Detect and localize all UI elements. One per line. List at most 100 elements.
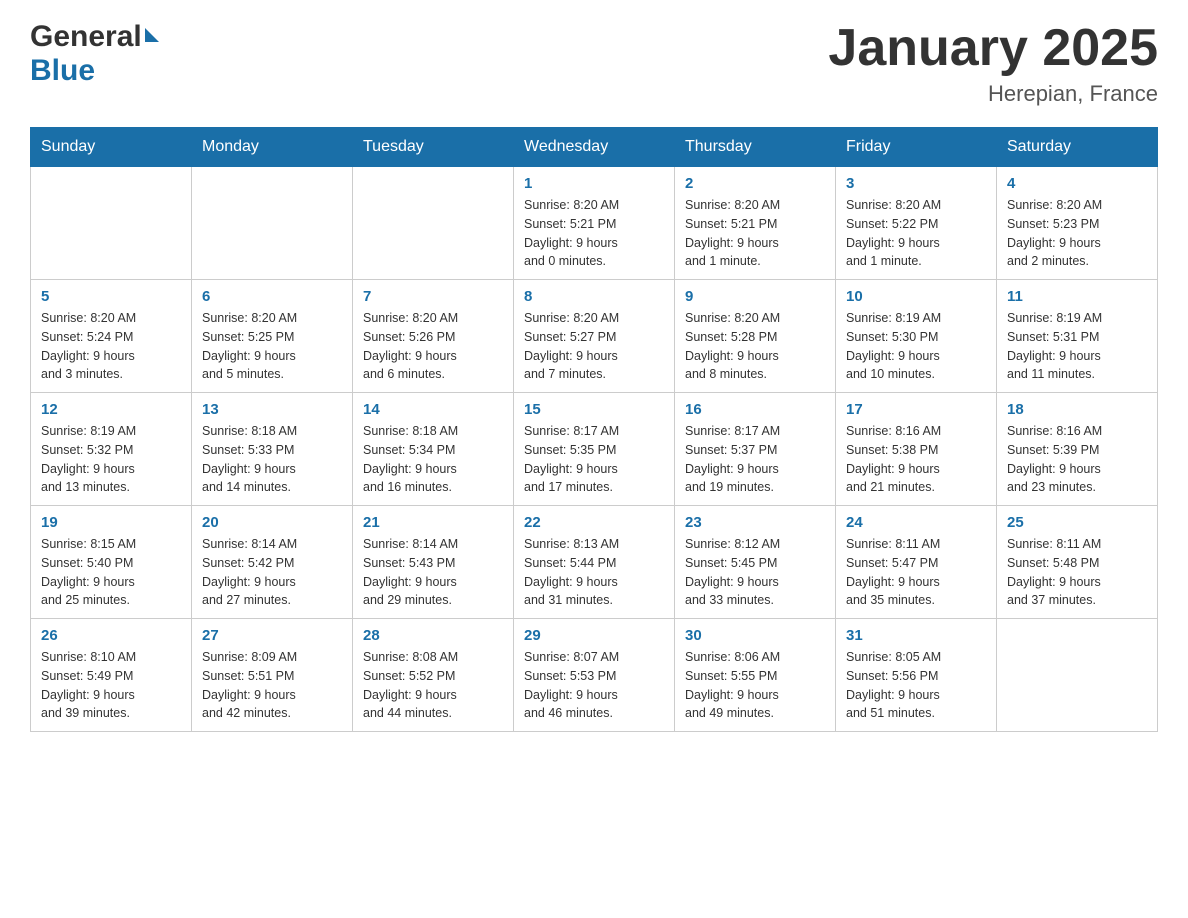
calendar-cell: 9Sunrise: 8:20 AM Sunset: 5:28 PM Daylig…	[675, 280, 836, 393]
calendar-week-4: 19Sunrise: 8:15 AM Sunset: 5:40 PM Dayli…	[31, 506, 1158, 619]
day-info: Sunrise: 8:05 AM Sunset: 5:56 PM Dayligh…	[846, 648, 986, 723]
day-number: 26	[41, 627, 181, 644]
day-info: Sunrise: 8:11 AM Sunset: 5:47 PM Dayligh…	[846, 535, 986, 610]
calendar-cell: 5Sunrise: 8:20 AM Sunset: 5:24 PM Daylig…	[31, 280, 192, 393]
day-info: Sunrise: 8:20 AM Sunset: 5:21 PM Dayligh…	[685, 196, 825, 271]
day-number: 6	[202, 288, 342, 305]
calendar-cell: 19Sunrise: 8:15 AM Sunset: 5:40 PM Dayli…	[31, 506, 192, 619]
day-number: 10	[846, 288, 986, 305]
day-number: 17	[846, 401, 986, 418]
day-info: Sunrise: 8:17 AM Sunset: 5:35 PM Dayligh…	[524, 422, 664, 497]
calendar-week-1: 1 Sunrise: 8:20 AM Sunset: 5:21 PM Daylig…	[31, 167, 1158, 280]
calendar-cell: 20 Sunrise: 8:14 AM Sunset: 5:42 PM Dayli…	[192, 506, 353, 619]
day-info: Sunrise: 8:19 AM Sunset: 5:31 PM Dayligh…	[1007, 309, 1147, 384]
calendar-cell: 14 Sunrise: 8:18 AM Sunset: 5:34 PM Dayli…	[353, 393, 514, 506]
logo-arrow-icon	[145, 28, 159, 42]
day-info: Sunrise: 8:14 AM Sunset: 5:42 PM Dayligh…	[202, 535, 342, 610]
calendar-cell: 12 Sunrise: 8:19 AM Sunset: 5:32 PM Dayli…	[31, 393, 192, 506]
location-label: Herepian, France	[828, 81, 1158, 107]
calendar-header: SundayMondayTuesdayWednesdayThursdayFrid…	[31, 128, 1158, 167]
day-info: Sunrise: 8:19 AM Sunset: 5:30 PM Dayligh…	[846, 309, 986, 384]
calendar-cell: 27 Sunrise: 8:09 AM Sunset: 5:51 PM Dayli…	[192, 619, 353, 732]
calendar-cell: 15 Sunrise: 8:17 AM Sunset: 5:35 PM Dayli…	[514, 393, 675, 506]
day-number: 12	[41, 401, 181, 418]
day-number: 7	[363, 288, 503, 305]
day-info: Sunrise: 8:17 AM Sunset: 5:37 PM Dayligh…	[685, 422, 825, 497]
day-number: 24	[846, 514, 986, 531]
day-info: Sunrise: 8:15 AM Sunset: 5:40 PM Dayligh…	[41, 535, 181, 610]
calendar-table: SundayMondayTuesdayWednesdayThursdayFrid…	[30, 127, 1158, 732]
day-info: Sunrise: 8:14 AM Sunset: 5:43 PM Dayligh…	[363, 535, 503, 610]
day-number: 20	[202, 514, 342, 531]
day-info: Sunrise: 8:20 AM Sunset: 5:27 PM Dayligh…	[524, 309, 664, 384]
calendar-cell: 7 Sunrise: 8:20 AM Sunset: 5:26 PM Daylig…	[353, 280, 514, 393]
calendar-cell: 30Sunrise: 8:06 AM Sunset: 5:55 PM Dayli…	[675, 619, 836, 732]
day-info: Sunrise: 8:20 AM Sunset: 5:22 PM Dayligh…	[846, 196, 986, 271]
day-header-friday: Friday	[836, 128, 997, 167]
day-info: Sunrise: 8:20 AM Sunset: 5:26 PM Dayligh…	[363, 309, 503, 384]
calendar-cell: 3 Sunrise: 8:20 AM Sunset: 5:22 PM Daylig…	[836, 167, 997, 280]
day-number: 9	[685, 288, 825, 305]
day-number: 28	[363, 627, 503, 644]
day-info: Sunrise: 8:20 AM Sunset: 5:21 PM Dayligh…	[524, 196, 664, 271]
title-area: January 2025 Herepian, France	[828, 20, 1158, 107]
day-header-monday: Monday	[192, 128, 353, 167]
calendar-cell	[31, 167, 192, 280]
day-header-thursday: Thursday	[675, 128, 836, 167]
logo-blue-label: Blue	[30, 54, 95, 87]
day-info: Sunrise: 8:19 AM Sunset: 5:32 PM Dayligh…	[41, 422, 181, 497]
calendar-cell: 31 Sunrise: 8:05 AM Sunset: 5:56 PM Dayli…	[836, 619, 997, 732]
month-title: January 2025	[828, 20, 1158, 77]
calendar-cell: 6 Sunrise: 8:20 AM Sunset: 5:25 PM Daylig…	[192, 280, 353, 393]
day-number: 8	[524, 288, 664, 305]
day-number: 22	[524, 514, 664, 531]
page-header: General Blue January 2025 Herepian, Fran…	[30, 20, 1158, 107]
calendar-cell: 1 Sunrise: 8:20 AM Sunset: 5:21 PM Daylig…	[514, 167, 675, 280]
day-info: Sunrise: 8:20 AM Sunset: 5:24 PM Dayligh…	[41, 309, 181, 384]
logo-blue-text: Blue	[30, 54, 95, 88]
day-info: Sunrise: 8:12 AM Sunset: 5:45 PM Dayligh…	[685, 535, 825, 610]
calendar-cell: 10 Sunrise: 8:19 AM Sunset: 5:30 PM Dayli…	[836, 280, 997, 393]
calendar-cell	[353, 167, 514, 280]
calendar-cell: 8 Sunrise: 8:20 AM Sunset: 5:27 PM Daylig…	[514, 280, 675, 393]
day-info: Sunrise: 8:07 AM Sunset: 5:53 PM Dayligh…	[524, 648, 664, 723]
calendar-cell: 4Sunrise: 8:20 AM Sunset: 5:23 PM Daylig…	[997, 167, 1158, 280]
day-number: 13	[202, 401, 342, 418]
day-number: 2	[685, 175, 825, 192]
day-info: Sunrise: 8:08 AM Sunset: 5:52 PM Dayligh…	[363, 648, 503, 723]
day-info: Sunrise: 8:10 AM Sunset: 5:49 PM Dayligh…	[41, 648, 181, 723]
calendar-cell: 22Sunrise: 8:13 AM Sunset: 5:44 PM Dayli…	[514, 506, 675, 619]
calendar-cell: 18Sunrise: 8:16 AM Sunset: 5:39 PM Dayli…	[997, 393, 1158, 506]
day-info: Sunrise: 8:06 AM Sunset: 5:55 PM Dayligh…	[685, 648, 825, 723]
day-number: 31	[846, 627, 986, 644]
calendar-cell: 16Sunrise: 8:17 AM Sunset: 5:37 PM Dayli…	[675, 393, 836, 506]
calendar-cell: 29 Sunrise: 8:07 AM Sunset: 5:53 PM Dayli…	[514, 619, 675, 732]
day-number: 3	[846, 175, 986, 192]
calendar-cell: 28 Sunrise: 8:08 AM Sunset: 5:52 PM Dayli…	[353, 619, 514, 732]
day-header-wednesday: Wednesday	[514, 128, 675, 167]
day-info: Sunrise: 8:18 AM Sunset: 5:34 PM Dayligh…	[363, 422, 503, 497]
calendar-week-3: 12 Sunrise: 8:19 AM Sunset: 5:32 PM Dayli…	[31, 393, 1158, 506]
calendar-cell: 23 Sunrise: 8:12 AM Sunset: 5:45 PM Dayli…	[675, 506, 836, 619]
day-number: 27	[202, 627, 342, 644]
calendar-cell: 21Sunrise: 8:14 AM Sunset: 5:43 PM Dayli…	[353, 506, 514, 619]
day-number: 25	[1007, 514, 1147, 531]
day-info: Sunrise: 8:09 AM Sunset: 5:51 PM Dayligh…	[202, 648, 342, 723]
day-number: 23	[685, 514, 825, 531]
day-info: Sunrise: 8:16 AM Sunset: 5:38 PM Dayligh…	[846, 422, 986, 497]
logo-general-text: General	[30, 20, 142, 54]
day-number: 18	[1007, 401, 1147, 418]
day-info: Sunrise: 8:11 AM Sunset: 5:48 PM Dayligh…	[1007, 535, 1147, 610]
calendar-cell: 11 Sunrise: 8:19 AM Sunset: 5:31 PM Dayli…	[997, 280, 1158, 393]
calendar-cell: 13Sunrise: 8:18 AM Sunset: 5:33 PM Dayli…	[192, 393, 353, 506]
logo: General Blue	[30, 20, 159, 88]
calendar-cell: 17 Sunrise: 8:16 AM Sunset: 5:38 PM Dayli…	[836, 393, 997, 506]
day-number: 11	[1007, 288, 1147, 305]
calendar-cell: 24 Sunrise: 8:11 AM Sunset: 5:47 PM Dayli…	[836, 506, 997, 619]
day-number: 29	[524, 627, 664, 644]
day-info: Sunrise: 8:20 AM Sunset: 5:25 PM Dayligh…	[202, 309, 342, 384]
day-number: 15	[524, 401, 664, 418]
day-number: 14	[363, 401, 503, 418]
days-of-week-row: SundayMondayTuesdayWednesdayThursdayFrid…	[31, 128, 1158, 167]
day-number: 1	[524, 175, 664, 192]
